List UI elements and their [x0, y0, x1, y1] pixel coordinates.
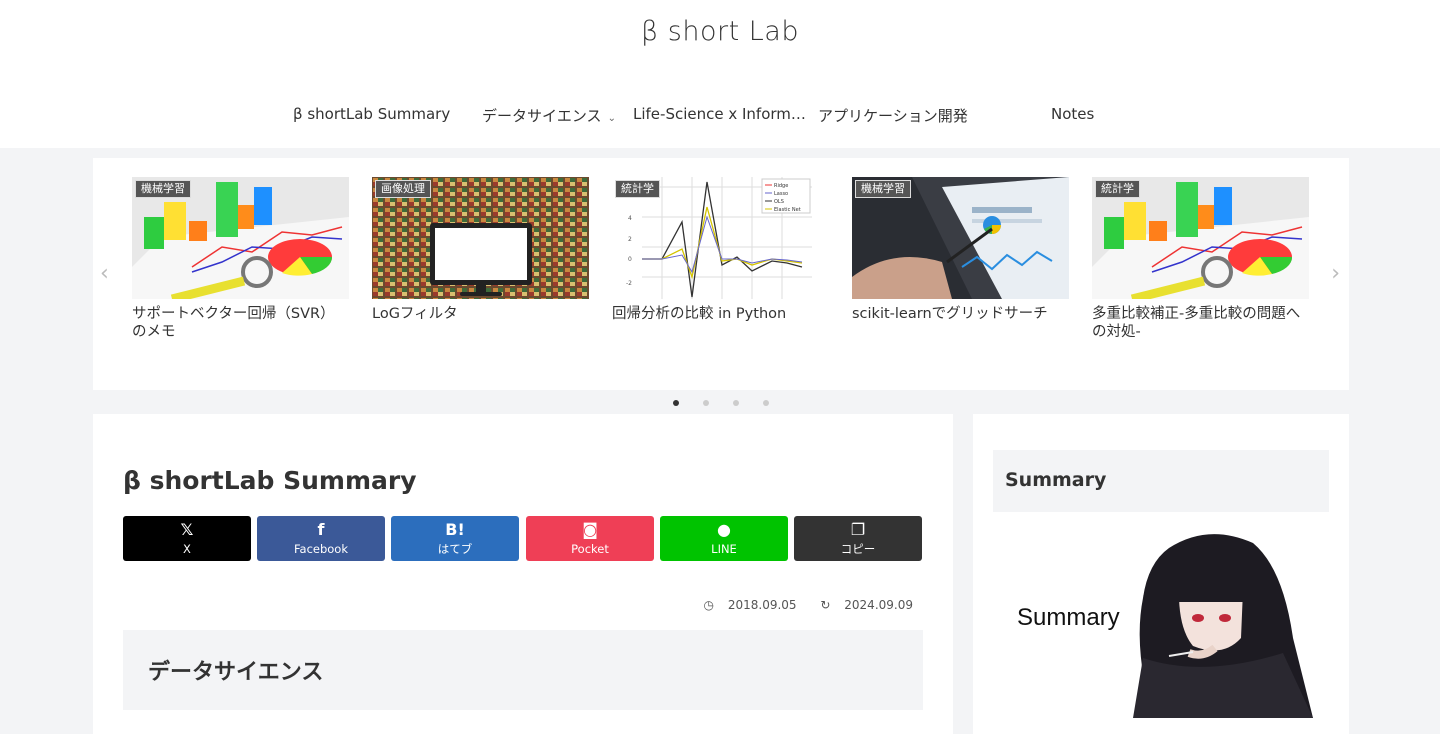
carousel-dot[interactable]	[733, 400, 739, 406]
pocket-icon: ◙	[582, 520, 598, 539]
nav-item-label: Life-Science x Inform…	[633, 105, 806, 123]
card-thumbnail: 統計学	[1092, 177, 1309, 299]
card-title: 多重比較補正-多重比較の問題への対処-	[1092, 306, 1301, 340]
nav-item-summary[interactable]: β shortLab Summary	[293, 105, 450, 123]
summary-banner[interactable]: Summary	[993, 528, 1329, 718]
tick-label: -2	[626, 280, 632, 287]
sidebar-heading: Summary	[1005, 469, 1107, 491]
legend-label: Ridge	[774, 183, 788, 189]
share-buttons: 𝕏 X f Facebook B! はてブ ◙ Pocket ● LINE ❐ …	[123, 516, 923, 561]
facebook-icon: f	[317, 520, 325, 539]
nav-item-app-dev[interactable]: アプリケーション開発	[818, 105, 968, 126]
card-title: LoGフィルタ	[372, 306, 458, 322]
category-label: 機械学習	[855, 180, 911, 198]
category-label: 統計学	[615, 180, 660, 198]
category-label: 統計学	[1095, 180, 1140, 198]
nav-item-label: アプリケーション開発	[818, 107, 968, 125]
share-hatena-button[interactable]: B! はてブ	[391, 516, 519, 561]
carousel-card[interactable]: 統計学 多重比較補正-多重比較の問題への対処-	[1092, 177, 1309, 341]
card-thumbnail: 画像処理	[372, 177, 589, 299]
card-title: scikit-learnでグリッドサーチ	[852, 306, 1048, 322]
nav-item-notes[interactable]: Notes	[1051, 105, 1094, 123]
legend-label: Lasso	[774, 191, 788, 197]
copy-icon: ❐	[850, 520, 866, 539]
sidebar-heading-box: Summary	[993, 450, 1329, 512]
chevron-left-icon[interactable]: ‹	[100, 261, 109, 286]
carousel-pagination	[0, 397, 1440, 409]
section-heading: データサイエンス	[148, 660, 324, 685]
share-copy-button[interactable]: ❐ コピー	[794, 516, 922, 561]
sidebar: Summary Summary	[973, 414, 1349, 734]
card-title: 回帰分析の比較 in Python	[612, 306, 787, 322]
post-carousel: ‹ › 機械学習 サポートベクター回帰（SVR）のメモ 画像処理 LoGフィルタ…	[93, 158, 1349, 390]
published-date-value: 2018.09.05	[727, 598, 797, 612]
card-thumbnail: 機械学習	[852, 177, 1069, 299]
card-title: サポートベクター回帰（SVR）のメモ	[132, 306, 335, 340]
character-illustration	[1133, 534, 1313, 718]
line-icon: ●	[717, 520, 731, 539]
main-nav: β shortLab Summary データサイエンス ⌄ Life-Scienc…	[0, 105, 1440, 129]
nav-item-data-science[interactable]: データサイエンス ⌄	[482, 105, 616, 126]
share-label: はてブ	[437, 542, 473, 556]
nav-item-label: データサイエンス	[482, 107, 602, 125]
tick-label: 4	[628, 215, 632, 222]
tick-label: 2	[628, 236, 632, 243]
share-label: Pocket	[571, 542, 609, 556]
tick-label: 0	[628, 256, 632, 263]
carousel-card[interactable]: 4 2 0 -2 Ridge Lasso OLS Elastic Net 統計学…	[612, 177, 829, 323]
category-label: 機械学習	[135, 180, 191, 198]
section-heading-box: データサイエンス	[123, 630, 923, 710]
share-label: LINE	[711, 542, 737, 556]
nav-item-life-science[interactable]: Life-Science x Inform…	[633, 105, 806, 123]
clock-icon: ◷	[703, 598, 715, 612]
carousel-dot[interactable]	[673, 400, 679, 406]
updated-date: ↻ 2024.09.09	[810, 598, 913, 612]
share-facebook-button[interactable]: f Facebook	[257, 516, 385, 561]
share-label: コピー	[840, 542, 876, 556]
page-title: β shortLab Summary	[123, 466, 417, 495]
chevron-right-icon[interactable]: ›	[1331, 261, 1340, 286]
card-thumbnail: 機械学習	[132, 177, 349, 299]
card-thumbnail: 4 2 0 -2 Ridge Lasso OLS Elastic Net 統計学	[612, 177, 829, 299]
post-dates: ◷ 2018.09.05 ↻ 2024.09.09	[684, 598, 913, 612]
hatena-icon: B!	[445, 520, 465, 539]
share-label: X	[183, 542, 191, 556]
legend-label: OLS	[774, 199, 784, 205]
main-content: β shortLab Summary 𝕏 X f Facebook B! はてブ…	[93, 414, 953, 734]
nav-item-label: Notes	[1051, 105, 1095, 123]
site-header: β short Lab β shortLab Summary データサイエンス ⌄…	[0, 0, 1440, 148]
updated-date-value: 2024.09.09	[844, 598, 913, 612]
refresh-icon: ↻	[820, 598, 831, 612]
share-x-button[interactable]: 𝕏 X	[123, 516, 251, 561]
category-label: 画像処理	[375, 180, 431, 198]
site-title[interactable]: β short Lab	[0, 16, 1440, 47]
share-pocket-button[interactable]: ◙ Pocket	[526, 516, 654, 561]
x-icon: 𝕏	[180, 520, 194, 539]
chevron-down-icon: ⌄	[607, 113, 616, 124]
nav-item-label: β shortLab Summary	[293, 105, 451, 123]
carousel-card[interactable]: 画像処理 LoGフィルタ	[372, 177, 589, 323]
legend-label: Elastic Net	[774, 207, 801, 213]
share-line-button[interactable]: ● LINE	[660, 516, 788, 561]
share-label: Facebook	[293, 542, 349, 556]
carousel-dot[interactable]	[763, 400, 769, 406]
published-date: ◷ 2018.09.05	[694, 598, 797, 612]
carousel-dot[interactable]	[703, 400, 709, 406]
carousel-card[interactable]: 機械学習 サポートベクター回帰（SVR）のメモ	[132, 177, 349, 341]
carousel-card[interactable]: 機械学習 scikit-learnでグリッドサーチ	[852, 177, 1069, 323]
